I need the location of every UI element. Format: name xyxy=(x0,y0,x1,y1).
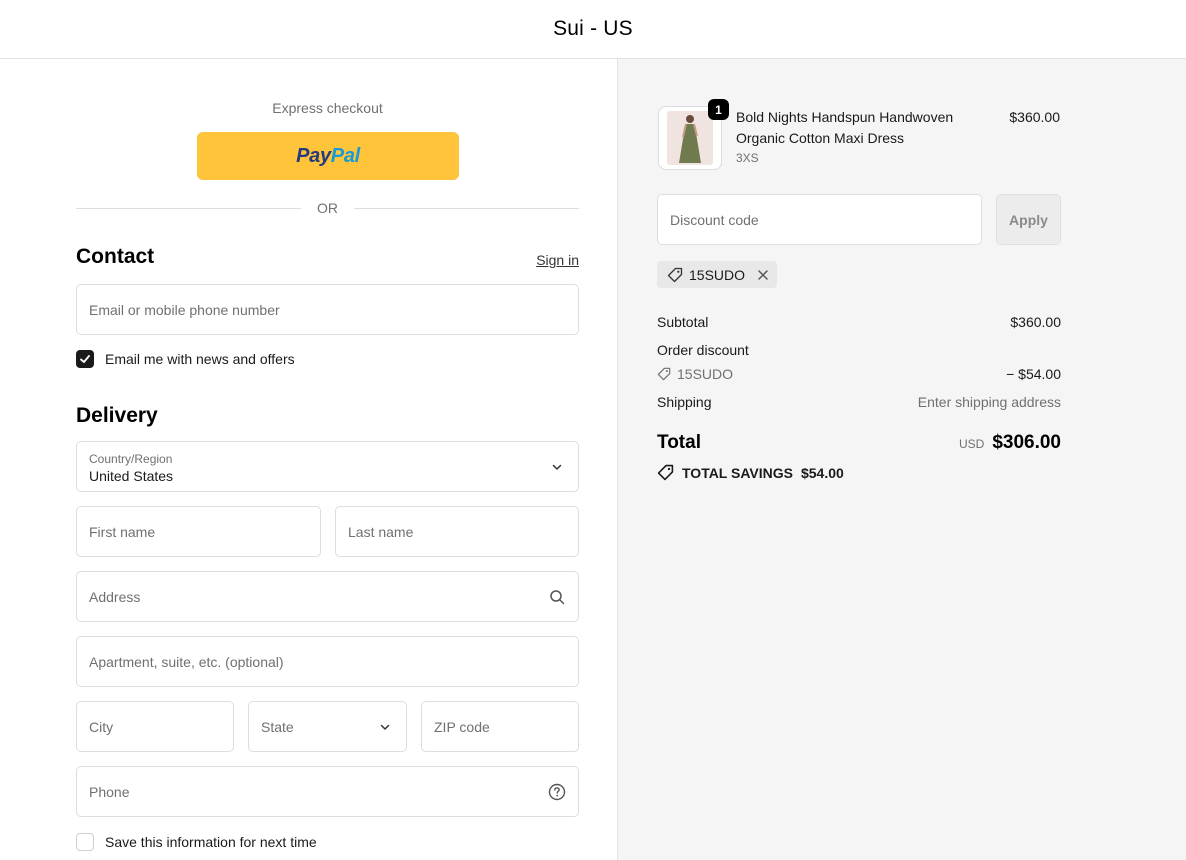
apartment-placeholder: Apartment, suite, etc. (optional) xyxy=(89,654,284,670)
applied-discount-chip: 15SUDO xyxy=(657,261,778,288)
news-checkbox[interactable] xyxy=(76,350,94,368)
last-name-field[interactable]: Last name xyxy=(335,506,579,557)
chevron-down-icon xyxy=(376,718,394,736)
product-thumbnail: 1 xyxy=(658,99,729,170)
contact-title: Contact xyxy=(76,245,155,268)
tag-icon xyxy=(667,267,683,282)
shipping-row: Shipping Enter shipping address xyxy=(657,394,1061,410)
city-field[interactable]: City xyxy=(76,701,234,752)
help-icon[interactable] xyxy=(548,783,566,801)
order-discount-detail: 15SUDO − $54.00 xyxy=(657,366,1061,382)
search-icon xyxy=(548,588,566,606)
check-icon xyxy=(80,355,90,363)
tag-icon xyxy=(657,464,674,481)
sign-in-link[interactable]: Sign in xyxy=(536,252,579,268)
shipping-value: Enter shipping address xyxy=(917,394,1061,410)
save-info-checkbox[interactable] xyxy=(76,833,94,851)
total-currency: USD xyxy=(958,437,985,451)
zip-placeholder: ZIP code xyxy=(434,719,490,735)
savings-label: TOTAL SAVINGS xyxy=(682,464,793,481)
product-variant: 3XS xyxy=(736,151,759,165)
email-field[interactable]: Email or mobile phone number xyxy=(76,284,579,335)
paypal-logo: PayPal xyxy=(296,144,360,167)
tag-icon xyxy=(657,367,671,381)
state-placeholder: State xyxy=(261,719,294,735)
delivery-title: Delivery xyxy=(76,404,158,427)
save-info-label: Save this information for next time xyxy=(105,834,317,850)
chevron-down-icon xyxy=(548,458,566,476)
discount-code-input[interactable]: Discount code xyxy=(657,194,982,245)
save-info[interactable]: Save this information for next time xyxy=(76,833,317,851)
first-name-placeholder: First name xyxy=(89,524,156,540)
address-placeholder: Address xyxy=(89,589,141,605)
email-placeholder: Email or mobile phone number xyxy=(89,302,280,318)
news-opt-in[interactable]: Email me with news and offers xyxy=(76,350,295,368)
savings-value: $54.00 xyxy=(800,464,844,481)
address-field[interactable]: Address xyxy=(76,571,579,622)
close-icon[interactable] xyxy=(757,269,769,281)
header: Sui - US xyxy=(0,0,1186,59)
apartment-field[interactable]: Apartment, suite, etc. (optional) xyxy=(76,636,579,687)
or-divider: OR xyxy=(76,198,579,218)
apply-button[interactable]: Apply xyxy=(996,194,1061,245)
last-name-placeholder: Last name xyxy=(348,524,414,540)
or-text: OR xyxy=(317,200,338,216)
country-value: United States xyxy=(89,468,174,484)
quantity-badge: 1 xyxy=(708,99,729,120)
total-savings: TOTAL SAVINGS $54.00 xyxy=(657,464,844,481)
subtotal-row: Subtotal $360.00 xyxy=(657,314,1061,330)
order-summary: 1 Bold Nights Handspun Handwoven Organic… xyxy=(617,59,1186,860)
total-row: Total USD $306.00 xyxy=(657,432,1061,454)
product-title: Bold Nights Handspun Handwoven Organic C… xyxy=(736,109,954,146)
zip-field[interactable]: ZIP code xyxy=(421,701,579,752)
phone-placeholder: Phone xyxy=(89,784,130,800)
news-label: Email me with news and offers xyxy=(105,351,295,367)
paypal-button[interactable]: PayPal xyxy=(197,132,459,180)
city-placeholder: City xyxy=(89,719,114,735)
country-select[interactable]: Country/Region United States xyxy=(76,441,579,492)
discount-placeholder: Discount code xyxy=(670,212,759,228)
order-discount-label: Order discount xyxy=(657,342,749,358)
first-name-field[interactable]: First name xyxy=(76,506,321,557)
product-price: $360.00 xyxy=(1009,109,1060,125)
subtotal-label: Subtotal xyxy=(657,314,709,330)
state-select[interactable]: State xyxy=(248,701,407,752)
phone-field[interactable]: Phone xyxy=(76,766,579,817)
country-label: Country/Region xyxy=(89,452,173,466)
express-checkout-label: Express checkout xyxy=(272,100,383,116)
checkout-form: Express checkout PayPal OR Contact Sign … xyxy=(0,59,617,860)
order-discount-row: Order discount xyxy=(657,342,1061,358)
total-value: $306.00 xyxy=(992,432,1061,453)
order-discount-code: 15SUDO xyxy=(677,366,734,382)
total-label: Total xyxy=(657,432,701,453)
applied-code-text: 15SUDO xyxy=(689,266,746,283)
order-discount-value: − $54.00 xyxy=(1006,366,1061,382)
subtotal-value: $360.00 xyxy=(1010,314,1061,330)
shipping-label: Shipping xyxy=(657,394,712,410)
store-name[interactable]: Sui - US xyxy=(553,17,633,41)
